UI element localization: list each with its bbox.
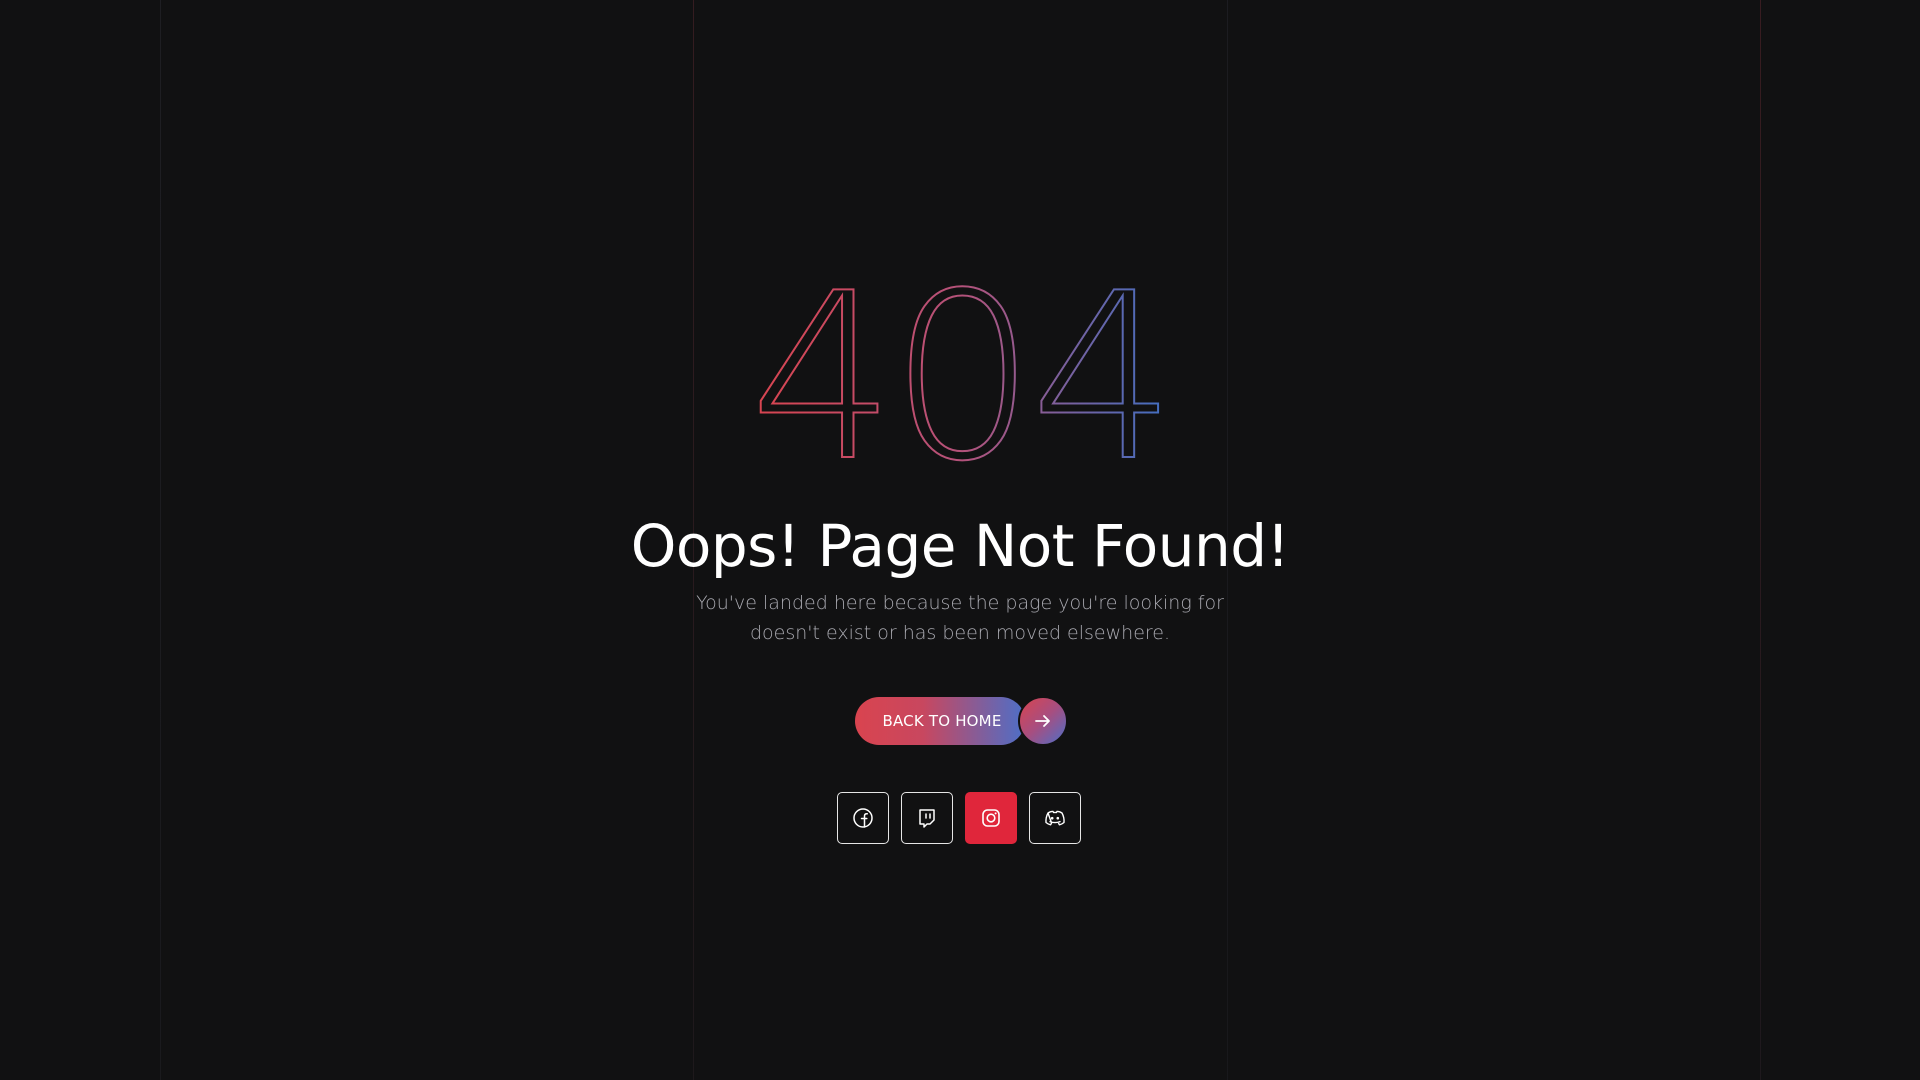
back-to-home-cta: BACK TO HOME (855, 696, 1068, 746)
twitch-link[interactable] (901, 792, 953, 844)
back-to-home-arrow-button[interactable] (1018, 696, 1068, 746)
page-subtitle: You've landed here because the page you'… (696, 592, 1224, 644)
facebook-link[interactable] (837, 792, 889, 844)
error-code: 404 (749, 262, 1178, 482)
discord-link[interactable] (1029, 792, 1081, 844)
page: 404 Oops! Page Not Found! You've landed … (0, 0, 1920, 1080)
instagram-link[interactable] (965, 792, 1017, 844)
facebook-icon (853, 808, 873, 828)
page-title: Oops! Page Not Found! (630, 512, 1290, 580)
discord-icon (1045, 810, 1065, 826)
arrow-right-icon (1035, 715, 1050, 727)
instagram-icon (982, 809, 1000, 827)
error-code-text: 404 (750, 262, 1171, 482)
back-to-home-button[interactable]: BACK TO HOME (855, 697, 1025, 745)
twitch-icon (919, 809, 935, 828)
social-links (837, 792, 1081, 844)
